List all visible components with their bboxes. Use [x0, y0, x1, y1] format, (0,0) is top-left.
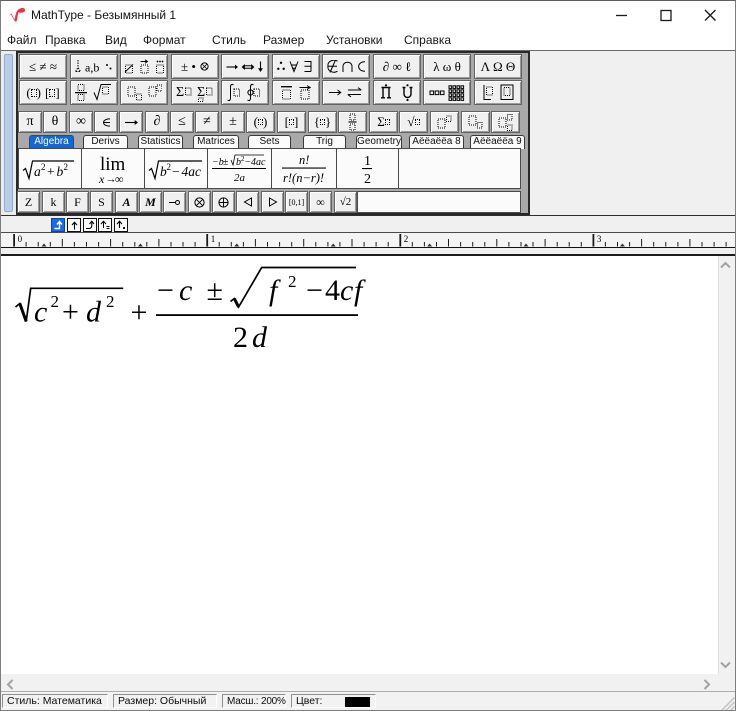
svg-text:d: d — [252, 321, 268, 354]
svg-text:−: − — [172, 164, 180, 179]
svg-text:c: c — [340, 274, 353, 307]
svg-text:−: − — [157, 274, 174, 307]
svg-text:2: 2 — [233, 321, 248, 354]
svg-text:r!(n−r)!: r!(n−r)! — [283, 171, 324, 185]
svg-text:3: 3 — [597, 234, 602, 244]
svg-text:n!: n! — [299, 153, 309, 167]
svg-text:2: 2 — [288, 272, 297, 291]
svg-text:2: 2 — [41, 162, 46, 172]
svg-text:2: 2 — [106, 292, 115, 311]
svg-text:2: 2 — [404, 234, 409, 244]
svg-text:−: − — [306, 274, 323, 307]
svg-text:c: c — [34, 296, 47, 329]
svg-text:1: 1 — [211, 234, 216, 244]
svg-text:d: d — [86, 296, 102, 329]
svg-text:2: 2 — [364, 172, 371, 186]
svg-text:f: f — [269, 274, 281, 307]
svg-text:1: 1 — [364, 154, 371, 169]
svg-text:±: ± — [223, 157, 229, 168]
svg-text:2: 2 — [51, 292, 60, 311]
svg-text:c: c — [179, 274, 192, 307]
svg-text:f: f — [354, 274, 366, 307]
svg-text:x: x — [98, 172, 105, 186]
svg-text:a,b: a,b — [85, 60, 99, 74]
svg-text:2: 2 — [63, 162, 68, 172]
svg-text:b: b — [56, 164, 63, 179]
svg-text:2a: 2a — [234, 172, 246, 184]
svg-text:4ac: 4ac — [181, 164, 201, 179]
svg-text:−b: −b — [212, 157, 224, 168]
svg-text:∞: ∞ — [115, 172, 124, 186]
svg-text:±: ± — [207, 274, 223, 307]
svg-text:+: + — [62, 296, 79, 329]
svg-text:0: 0 — [18, 234, 23, 244]
svg-text:a: a — [34, 164, 41, 179]
svg-text:+: + — [47, 164, 55, 179]
svg-text:+: + — [131, 296, 148, 329]
svg-text:4: 4 — [325, 274, 340, 307]
svg-text:2: 2 — [166, 162, 171, 172]
svg-text:4ac: 4ac — [251, 157, 266, 168]
svg-text:Σ: Σ — [176, 85, 184, 100]
